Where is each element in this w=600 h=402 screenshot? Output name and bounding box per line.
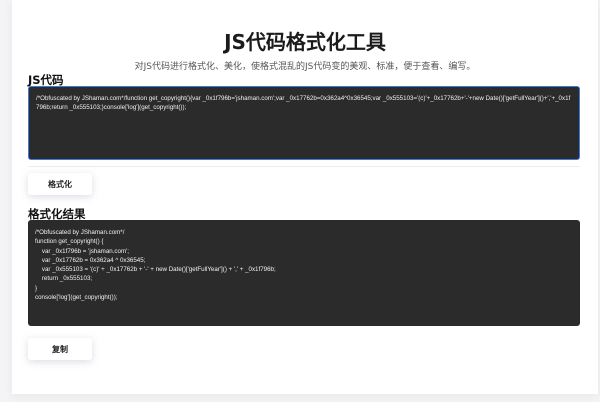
page-container: JS代码格式化工具 对JS代码进行格式化、美化，使格式混乱的JS代码变的美观、标…	[12, 0, 598, 394]
page-title: JS代码格式化工具	[224, 30, 386, 54]
format-button[interactable]: 格式化	[28, 173, 92, 195]
copy-button[interactable]: 复制	[28, 338, 92, 360]
js-code-input[interactable]: /*Obfuscated by JShaman.com*/function ge…	[28, 86, 580, 160]
divider	[28, 166, 580, 167]
page-subtitle: 对JS代码进行格式化、美化，使格式混乱的JS代码变的美观、标准，便于查看、编写。	[134, 62, 476, 72]
formatted-result-output[interactable]: /*Obfuscated by JShaman.com*/ function g…	[28, 220, 580, 326]
